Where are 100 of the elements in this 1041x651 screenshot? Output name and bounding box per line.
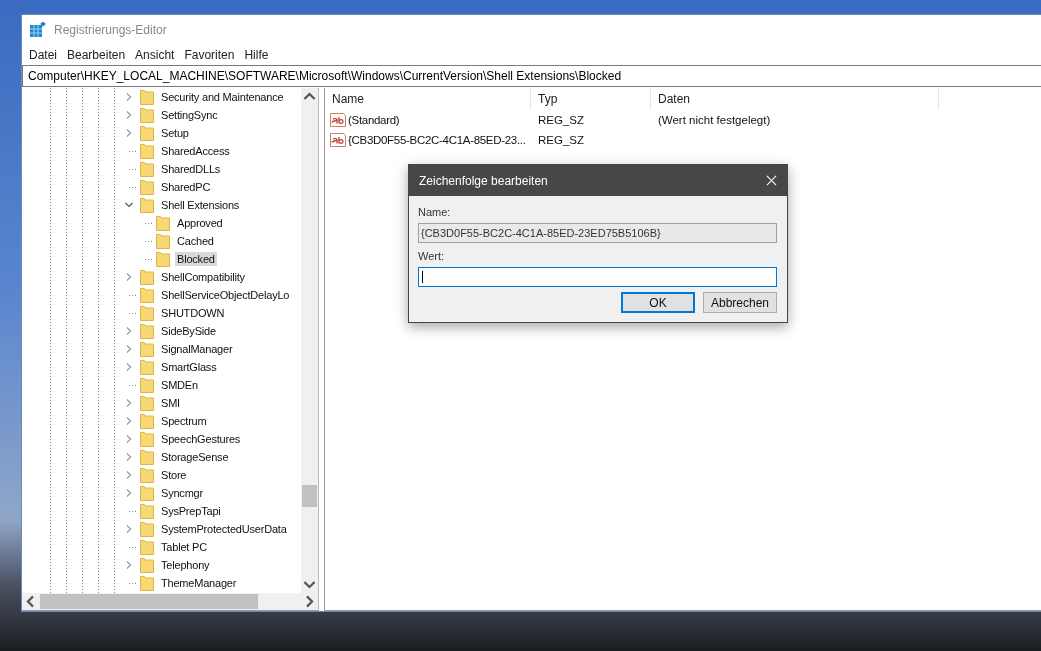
value-type: REG_SZ [537, 114, 585, 126]
tree-item[interactable]: ThemeManager [159, 576, 239, 590]
expand-chevron-icon[interactable] [124, 434, 134, 444]
folder-icon [140, 179, 154, 195]
column-header[interactable]: Daten [651, 88, 939, 110]
menu-item[interactable]: Ansicht [130, 48, 180, 62]
tree-item[interactable]: SideBySide [159, 324, 218, 338]
tree-item[interactable]: SysPrepTapi [159, 504, 223, 518]
folder-icon [156, 233, 170, 249]
tree-item[interactable]: SMI [159, 396, 182, 410]
folder-icon [140, 143, 154, 159]
tree-item[interactable]: SettingSync [159, 108, 220, 122]
expand-chevron-icon[interactable] [124, 488, 134, 498]
cancel-button[interactable]: Abbrechen [703, 292, 777, 313]
folder-icon [140, 503, 154, 519]
folder-icon [140, 431, 154, 447]
expand-chevron-icon[interactable] [124, 92, 134, 102]
folder-icon [140, 395, 154, 411]
tree-item[interactable]: SpeechGestures [159, 432, 243, 446]
tree-item[interactable]: Setup [159, 126, 191, 140]
value-data: (Wert nicht festgelegt) [657, 114, 772, 126]
tree-item[interactable]: StorageSense [159, 450, 231, 464]
tree-item[interactable]: Cached [175, 234, 216, 248]
folder-icon [140, 287, 154, 303]
scrollbar-thumb[interactable] [40, 594, 258, 609]
expand-chevron-icon[interactable] [124, 326, 134, 336]
column-header[interactable]: Typ [531, 88, 651, 110]
folder-icon [140, 305, 154, 321]
folder-icon [140, 341, 154, 357]
tree-item[interactable]: SystemProtectedUserData [159, 522, 289, 536]
menu-item[interactable]: Datei [24, 48, 62, 62]
folder-icon [140, 359, 154, 375]
folder-icon [156, 215, 170, 231]
value-name[interactable]: {CB3D0F55-BC2C-4C1A-85ED-23... [348, 134, 526, 146]
tree-item[interactable]: Syncmgr [159, 486, 205, 500]
folder-icon [140, 467, 154, 483]
folder-icon [140, 377, 154, 393]
address-bar[interactable]: Computer\HKEY_LOCAL_MACHINE\SOFTWARE\Microsoft\Windows\CurrentVersion\Shell Extensions\Blocked [22, 65, 1041, 87]
expand-chevron-icon[interactable] [124, 452, 134, 462]
value-type: REG_SZ [537, 134, 585, 146]
window-title: Registrierungs-Editor [54, 23, 167, 37]
tree-item[interactable]: SharedPC [159, 180, 213, 194]
folder-icon [140, 413, 154, 429]
expand-chevron-icon[interactable] [124, 398, 134, 408]
tree-item[interactable]: SignalManager [159, 342, 235, 356]
expand-chevron-icon[interactable] [124, 344, 134, 354]
app-icon [30, 22, 46, 38]
tree-item[interactable]: SharedDLLs [159, 162, 223, 176]
tree-item[interactable]: ShellServiceObjectDelayLo [159, 288, 292, 302]
folder-icon [140, 575, 154, 591]
value-input-field[interactable] [418, 267, 777, 287]
tree-item[interactable]: Store [159, 468, 189, 482]
expand-chevron-icon[interactable] [124, 416, 134, 426]
close-icon[interactable] [766, 175, 777, 186]
folder-icon [140, 161, 154, 177]
ok-button[interactable]: OK [621, 292, 695, 313]
folder-icon [156, 251, 170, 267]
horizontal-scrollbar[interactable] [22, 593, 318, 610]
expand-chevron-icon[interactable] [124, 110, 134, 120]
expand-chevron-icon[interactable] [124, 128, 134, 138]
folder-icon [140, 485, 154, 501]
expand-chevron-icon[interactable] [124, 470, 134, 480]
value-name[interactable]: (Standard) [348, 114, 400, 126]
tree-item[interactable]: SmartGlass [159, 360, 219, 374]
folder-icon [140, 449, 154, 465]
tree-item[interactable]: Spectrum [159, 414, 209, 428]
folder-icon [140, 269, 154, 285]
tree-item[interactable]: Telephony [159, 558, 212, 572]
string-value-icon [330, 132, 346, 148]
tree-item[interactable]: Approved [175, 216, 225, 230]
expand-chevron-icon[interactable] [124, 524, 134, 534]
tree-item[interactable]: Shell Extensions [159, 198, 242, 212]
folder-icon [140, 125, 154, 141]
string-value-icon [330, 112, 346, 128]
expand-chevron-icon[interactable] [124, 362, 134, 372]
vertical-scrollbar[interactable] [301, 88, 318, 593]
tree-item[interactable]: SMDEn [159, 378, 200, 392]
field-label: Wert: [418, 249, 446, 264]
tree-item[interactable]: Tablet PC [159, 540, 209, 554]
tree-item[interactable]: SHUTDOWN [159, 306, 227, 320]
folder-icon [140, 557, 154, 573]
folder-icon [140, 89, 154, 105]
tree-item[interactable]: Blocked [175, 252, 217, 266]
column-header[interactable]: Name [325, 88, 531, 110]
menu-item[interactable]: Hilfe [239, 48, 274, 62]
tree-item[interactable]: Security and Maintenance [159, 90, 286, 104]
menu-item[interactable]: Favoriten [179, 48, 240, 62]
field-label: Name: [418, 205, 452, 220]
expand-chevron-icon[interactable] [124, 272, 134, 282]
tree-item[interactable]: ShellCompatibility [159, 270, 247, 284]
folder-icon [140, 323, 154, 339]
scrollbar-thumb[interactable] [302, 485, 317, 507]
menu-item[interactable]: Bearbeiten [62, 48, 131, 62]
collapse-chevron-icon[interactable] [124, 200, 134, 210]
tree-item[interactable]: SharedAccess [159, 144, 232, 158]
folder-icon [140, 521, 154, 537]
dialog-title: Zeichenfolge bearbeiten [419, 173, 548, 188]
expand-chevron-icon[interactable] [124, 560, 134, 570]
folder-icon [140, 539, 154, 555]
name-field: {CB3D0F55-BC2C-4C1A-85ED-23ED75B5106B} [418, 223, 777, 243]
